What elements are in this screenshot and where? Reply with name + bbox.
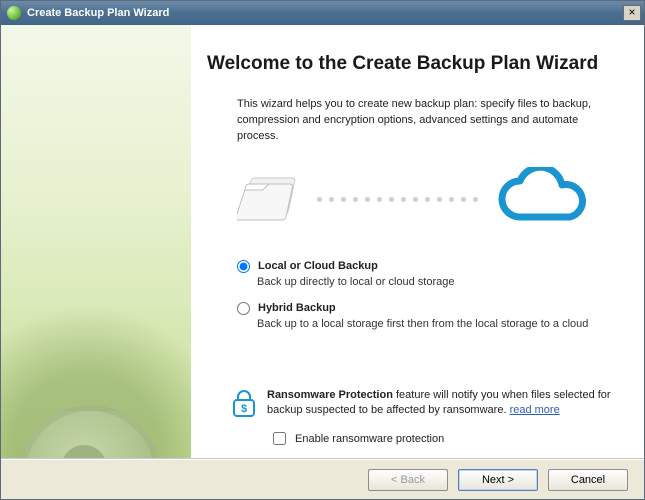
option-local-cloud-label: Local or Cloud Backup [258,260,378,272]
footer: < Back Next > Cancel [1,459,644,499]
option-hybrid: Hybrid Backup Back up to a local storage… [237,302,620,330]
backup-type-options: Local or Cloud Backup Back up directly t… [237,260,620,330]
option-hybrid-row[interactable]: Hybrid Backup [237,302,620,315]
radio-hybrid[interactable] [237,302,250,315]
ransomware-checkbox-label: Enable ransomware protection [295,433,444,445]
close-button[interactable]: × [623,5,641,21]
svg-text:$: $ [241,403,247,415]
page-title: Welcome to the Create Backup Plan Wizard [207,53,620,75]
option-local-cloud: Local or Cloud Backup Back up directly t… [237,260,620,288]
diagram [207,167,620,232]
option-local-cloud-row[interactable]: Local or Cloud Backup [237,260,620,273]
body: Welcome to the Create Backup Plan Wizard… [1,25,644,459]
content: Welcome to the Create Backup Plan Wizard… [191,25,644,458]
radio-local-cloud[interactable] [237,260,250,273]
ransomware-readmore-link[interactable]: read more [510,404,560,416]
transfer-dots [317,197,478,202]
ransomware-checkbox-row[interactable]: Enable ransomware protection [269,429,624,448]
option-hybrid-desc: Back up to a local storage first then fr… [257,318,620,330]
window-title: Create Backup Plan Wizard [27,7,169,19]
cancel-button[interactable]: Cancel [548,469,628,491]
lock-icon: $ [231,388,257,421]
back-button: < Back [368,469,448,491]
ransomware-text: Ransomware Protection feature will notif… [267,388,624,419]
folder-icon [237,170,305,229]
option-local-cloud-desc: Back up directly to local or cloud stora… [257,276,620,288]
intro-text: This wizard helps you to create new back… [237,97,607,145]
ransomware-title: Ransomware Protection [267,389,393,401]
next-button[interactable]: Next > [458,469,538,491]
sidebar-graphic [1,25,191,458]
ransomware-section: $ Ransomware Protection feature will not… [231,388,624,448]
cloud-icon [490,167,590,232]
ransomware-checkbox[interactable] [273,432,286,445]
app-icon [7,6,21,20]
wizard-window: Create Backup Plan Wizard × Welcome to t… [0,0,645,500]
titlebar: Create Backup Plan Wizard × [1,1,644,25]
option-hybrid-label: Hybrid Backup [258,302,336,314]
